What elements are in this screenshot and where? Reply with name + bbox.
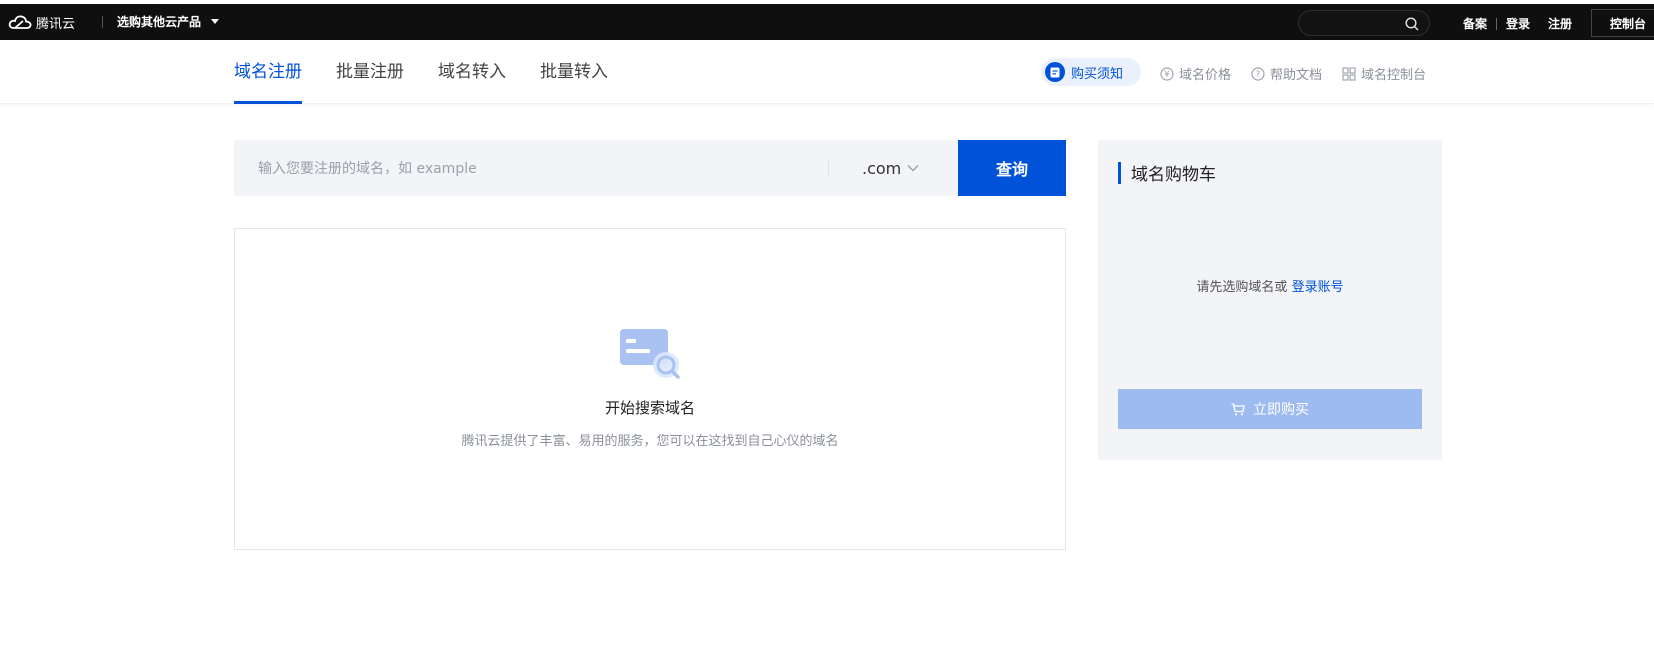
logo-text: 腾讯云 (36, 16, 76, 32)
purchase-notice-button[interactable]: 购买须知 (1041, 58, 1141, 86)
empty-state-title: 开始搜索域名 (604, 399, 695, 417)
tab-batch-register[interactable]: 批量注册 (336, 40, 404, 104)
query-button-label: 查询 (995, 160, 1028, 179)
title-accent-bar (1118, 161, 1121, 184)
buy-now-label: 立即购买 (1253, 402, 1309, 418)
yen-circle-icon: ¥ (1160, 66, 1174, 81)
query-button[interactable]: 查询 (958, 140, 1066, 196)
divider (828, 160, 829, 176)
cart-footer: 立即购买 (1098, 372, 1442, 460)
cloud-logo-icon (8, 15, 32, 29)
caret-down-icon (211, 19, 220, 24)
divider (102, 16, 103, 28)
tab-label: 域名转入 (438, 62, 506, 82)
tab-label: 批量转入 (540, 62, 608, 82)
products-label: 选购其他云产品 (117, 15, 202, 29)
tab-label: 批量注册 (336, 62, 404, 82)
domain-console-link[interactable]: 域名控制台 (1342, 64, 1426, 83)
tencent-cloud-logo[interactable]: 腾讯云 (8, 13, 76, 32)
top-search-box[interactable] (1298, 10, 1430, 36)
suffix-value: .com (862, 158, 902, 178)
search-icon[interactable] (1405, 17, 1419, 31)
domain-price-link[interactable]: ¥ 域名价格 (1160, 64, 1231, 83)
login-account-link[interactable]: 登录账号 (1292, 280, 1344, 295)
domain-subnav: 域名注册 批量注册 域名转入 批量转入 购买须知 ¥ 域名价格 ? 帮助文档 域… (0, 40, 1654, 104)
svg-text:?: ? (1256, 70, 1261, 80)
register-link[interactable]: 注册 (1548, 15, 1572, 32)
domain-search-input[interactable] (258, 158, 778, 180)
login-link[interactable]: 登录 (1506, 15, 1530, 32)
tab-batch-transfer[interactable]: 批量转入 (540, 40, 608, 104)
svg-text:¥: ¥ (1164, 70, 1170, 80)
divider (1496, 17, 1498, 30)
domain-search-bar: .com (234, 140, 958, 196)
question-circle-icon: ? (1251, 66, 1265, 81)
beian-link[interactable]: 备案 (1463, 15, 1487, 32)
console-label: 控制台 (1610, 16, 1647, 31)
tab-domain-register[interactable]: 域名注册 (234, 40, 302, 104)
top-search-input[interactable] (1309, 15, 1399, 31)
cart-header: 域名购物车 (1118, 160, 1216, 185)
top-links: 备案 登录 注册 (1463, 15, 1572, 32)
domain-search-icon (620, 329, 680, 379)
empty-state-description: 腾讯云提供了丰富、易用的服务，您可以在这找到自己心仪的域名 (461, 434, 839, 449)
help-docs-label: 帮助文档 (1270, 68, 1323, 83)
help-links: ¥ 域名价格 ? 帮助文档 域名控制台 (1160, 64, 1426, 83)
buy-now-button[interactable]: 立即购买 (1118, 389, 1422, 429)
cart-title: 域名购物车 (1131, 165, 1216, 185)
top-strip (0, 0, 1654, 4)
shopping-cart-icon (1231, 402, 1245, 415)
top-navbar: 腾讯云 选购其他云产品 备案 登录 注册 控制台 (0, 0, 1654, 40)
help-docs-link[interactable]: ? 帮助文档 (1251, 64, 1322, 83)
tab-domain-transfer[interactable]: 域名转入 (438, 40, 506, 104)
search-results-panel: 开始搜索域名 腾讯云提供了丰富、易用的服务，您可以在这找到自己心仪的域名 (234, 228, 1066, 550)
chevron-down-icon (907, 165, 919, 172)
domain-suffix-select[interactable]: .com (862, 156, 919, 180)
purchase-notice-label: 购买须知 (1071, 66, 1124, 82)
grid-icon (1342, 66, 1356, 81)
domain-console-label: 域名控制台 (1361, 68, 1427, 83)
document-icon (1045, 62, 1065, 82)
console-button[interactable]: 控制台 (1591, 9, 1654, 37)
products-dropdown[interactable]: 选购其他云产品 (117, 13, 220, 30)
cart-empty-text: 请先选购域名或 (1196, 280, 1288, 295)
cart-empty-message: 请先选购域名或 登录账号 (1098, 276, 1442, 295)
tab-label: 域名注册 (234, 62, 302, 82)
domain-cart-panel: 域名购物车 请先选购域名或 登录账号 立即购买 (1098, 140, 1442, 460)
tab-list: 域名注册 批量注册 域名转入 批量转入 (234, 40, 642, 104)
domain-price-label: 域名价格 (1179, 68, 1232, 83)
